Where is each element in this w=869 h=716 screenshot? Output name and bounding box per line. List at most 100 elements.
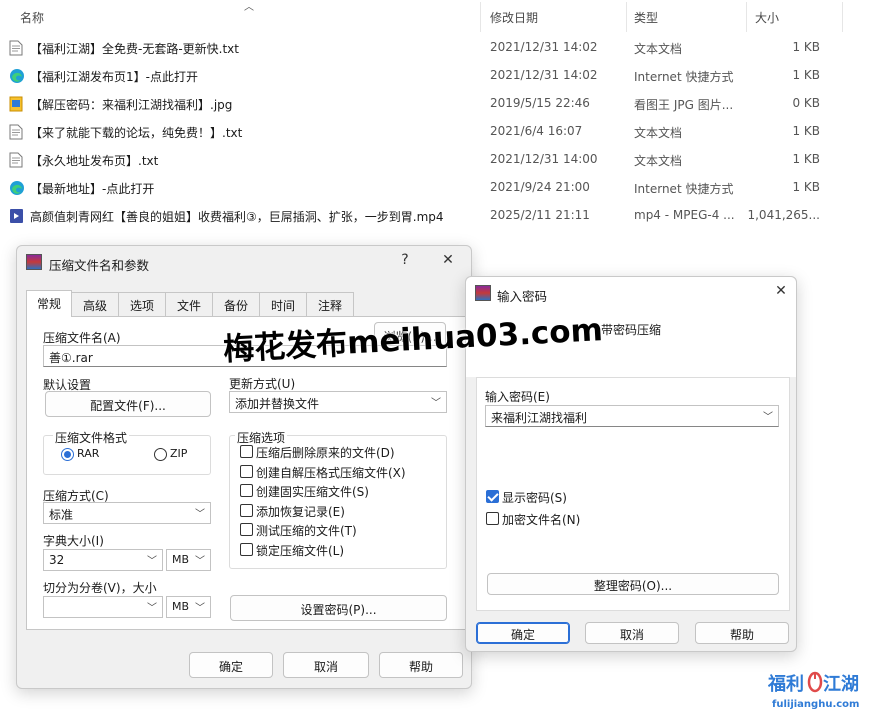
dict-unit-value: MB bbox=[172, 553, 190, 566]
dict-unit-select[interactable]: MB ﹀ bbox=[166, 549, 211, 571]
winrar-icon bbox=[26, 254, 42, 270]
split-unit-value: MB bbox=[172, 600, 190, 613]
file-name[interactable]: 高颜值刺青网红【善良的姐姐】收费福利③，巨屌插洞、扩张，一步到胃.mp4 bbox=[30, 208, 444, 225]
option-label[interactable]: 锁定压缩文件(L) bbox=[256, 542, 344, 559]
close-icon[interactable]: ✕ bbox=[770, 283, 792, 303]
file-name[interactable]: 【解压密码：来福利江湖找福利】.jpg bbox=[30, 96, 232, 113]
split-label: 切分为分卷(V)，大小 bbox=[43, 581, 157, 595]
file-row[interactable]: 高颜值刺青网红【善良的姐姐】收费福利③，巨屌插洞、扩张，一步到胃.mp4 2025… bbox=[0, 202, 869, 230]
format-zip-label[interactable]: ZIP bbox=[170, 447, 187, 460]
password-cancel-button[interactable]: 取消 bbox=[585, 622, 679, 644]
column-type[interactable]: 类型 bbox=[634, 9, 658, 26]
dict-size-select[interactable]: 32 ﹀ bbox=[43, 549, 163, 571]
tab-files[interactable]: 文件 bbox=[165, 292, 213, 316]
update-mode-select[interactable]: 添加并替换文件 ﹀ bbox=[229, 391, 447, 413]
file-row[interactable]: 【最新地址】-点此打开 2021/9/24 21:00 Internet 快捷方式 1… bbox=[0, 174, 869, 202]
file-name[interactable]: 【最新地址】-点此打开 bbox=[30, 180, 154, 197]
show-password-checkbox[interactable] bbox=[486, 490, 499, 503]
password-dialog-title: 输入密码 bbox=[497, 289, 548, 304]
column-name[interactable]: 名称 bbox=[20, 9, 44, 26]
file-type: 文本文档 bbox=[634, 126, 683, 140]
text-file-icon bbox=[9, 152, 23, 168]
format-label: 压缩文件格式 bbox=[53, 429, 130, 446]
file-row[interactable]: 【福利江湖】全免费-无套路-更新快.txt 2021/12/31 14:02 文本文… bbox=[0, 34, 869, 62]
column-divider[interactable] bbox=[626, 2, 627, 32]
archive-cancel-button[interactable]: 取消 bbox=[283, 652, 369, 678]
format-rar-radio[interactable] bbox=[61, 448, 74, 461]
option-label[interactable]: 创建固实压缩文件(S) bbox=[256, 483, 369, 500]
chevron-down-icon: ﹀ bbox=[195, 556, 205, 567]
column-divider[interactable] bbox=[480, 2, 481, 32]
file-name[interactable]: 【永久地址发布页】.txt bbox=[30, 152, 158, 169]
file-row[interactable]: 【福利江湖发布页1】-点此打开 2021/12/31 14:02 Internet … bbox=[0, 62, 869, 90]
profiles-button[interactable]: 配置文件(F)... bbox=[45, 391, 211, 417]
file-row[interactable]: 【永久地址发布页】.txt 2021/12/31 14:00 文本文档 1 KB bbox=[0, 146, 869, 174]
encrypt-names-label[interactable]: 加密文件名(N) bbox=[502, 511, 580, 528]
close-icon[interactable]: ✕ bbox=[437, 252, 459, 272]
option-label[interactable]: 添加恢复记录(E) bbox=[256, 503, 345, 520]
file-list-header: ︿ 名称 修改日期 类型 大小 bbox=[0, 0, 869, 34]
file-date: 2021/6/4 16:07 bbox=[490, 124, 583, 138]
logo-graphic: 福利 江湖 fulijianghu.com bbox=[767, 671, 859, 710]
file-name[interactable]: 【福利江湖】全免费-无套路-更新快.txt bbox=[30, 40, 239, 57]
file-size: 1 KB bbox=[792, 40, 820, 54]
svg-text:fulijianghu.com: fulijianghu.com bbox=[772, 699, 859, 710]
sort-caret-icon: ︿ bbox=[244, 2, 254, 13]
option-checkbox[interactable] bbox=[240, 523, 253, 536]
password-help-button[interactable]: 帮助 bbox=[695, 622, 789, 644]
archive-ok-button[interactable]: 确定 bbox=[189, 652, 273, 678]
option-label[interactable]: 创建自解压格式压缩文件(X) bbox=[256, 464, 406, 481]
format-zip-radio[interactable] bbox=[154, 448, 167, 461]
show-password-label[interactable]: 显示密码(S) bbox=[502, 489, 567, 506]
archive-dialog-titlebar[interactable]: 压缩文件名和参数 ? ✕ bbox=[17, 246, 471, 280]
option-checkbox[interactable] bbox=[240, 445, 253, 458]
format-rar-label[interactable]: RAR bbox=[77, 447, 99, 460]
chevron-down-icon: ﹀ bbox=[147, 603, 157, 614]
filename-label: 压缩文件名(A) bbox=[43, 331, 121, 345]
option-checkbox[interactable] bbox=[240, 464, 253, 478]
option-checkbox[interactable] bbox=[240, 503, 253, 517]
split-unit-select[interactable]: MB ﹀ bbox=[166, 596, 211, 618]
file-date: 2019/5/15 22:46 bbox=[490, 96, 590, 110]
file-size: 0 KB bbox=[792, 96, 820, 110]
method-select[interactable]: 标准 ﹀ bbox=[43, 502, 211, 524]
svg-text:江湖: 江湖 bbox=[823, 674, 859, 695]
column-divider[interactable] bbox=[842, 2, 843, 32]
video-file-icon bbox=[9, 208, 23, 224]
encrypt-names-checkbox[interactable] bbox=[486, 512, 499, 525]
column-modified[interactable]: 修改日期 bbox=[490, 9, 538, 26]
update-mode-label: 更新方式(U) bbox=[229, 377, 296, 391]
help-icon[interactable]: ? bbox=[394, 252, 416, 272]
password-dialog-titlebar[interactable]: 输入密码 ✕ bbox=[466, 277, 796, 311]
archive-dialog: 压缩文件名和参数 ? ✕ 常规 高级 选项 文件 备份 时间 注释 压缩文件名(… bbox=[16, 245, 474, 689]
tab-advanced[interactable]: 高级 bbox=[71, 292, 119, 316]
tab-comment[interactable]: 注释 bbox=[306, 292, 354, 316]
tab-general[interactable]: 常规 bbox=[26, 290, 72, 317]
chevron-down-icon: ﹀ bbox=[195, 603, 205, 614]
password-ok-button[interactable]: 确定 bbox=[476, 622, 570, 644]
option-checkbox[interactable] bbox=[240, 542, 253, 556]
split-size-select[interactable]: ﹀ bbox=[43, 596, 163, 618]
password-value: 来福利江湖找福利 bbox=[491, 411, 588, 425]
column-divider[interactable] bbox=[746, 2, 747, 32]
column-size[interactable]: 大小 bbox=[755, 9, 779, 26]
file-name[interactable]: 【福利江湖发布页1】-点此打开 bbox=[30, 68, 198, 85]
organize-passwords-button[interactable]: 整理密码(O)... bbox=[487, 573, 779, 595]
set-password-button[interactable]: 设置密码(P)... bbox=[230, 595, 447, 621]
file-row[interactable]: 【来了就能下载的论坛，纯免费！】.txt 2021/6/4 16:07 文本文档 1 … bbox=[0, 118, 869, 146]
option-label[interactable]: 测试压缩的文件(T) bbox=[256, 522, 357, 539]
option-label[interactable]: 压缩后删除原来的文件(D) bbox=[256, 444, 395, 461]
password-input[interactable]: 来福利江湖找福利 ﹀ bbox=[485, 405, 779, 427]
file-size: 1 KB bbox=[792, 180, 820, 194]
chevron-down-icon: ﹀ bbox=[763, 412, 773, 423]
tab-backup[interactable]: 备份 bbox=[212, 292, 260, 316]
option-checkbox[interactable] bbox=[240, 484, 253, 497]
tab-options[interactable]: 选项 bbox=[118, 292, 166, 316]
archive-help-button[interactable]: 帮助 bbox=[379, 652, 463, 678]
file-name[interactable]: 【来了就能下载的论坛，纯免费！】.txt bbox=[30, 124, 242, 141]
text-file-icon bbox=[9, 40, 23, 56]
file-row[interactable]: 【解压密码：来福利江湖找福利】.jpg 2019/5/15 22:46 看图王 JP… bbox=[0, 90, 869, 118]
tab-time[interactable]: 时间 bbox=[259, 292, 307, 316]
text-file-icon bbox=[9, 124, 23, 140]
password-heading: 带密码压缩 bbox=[601, 323, 662, 337]
